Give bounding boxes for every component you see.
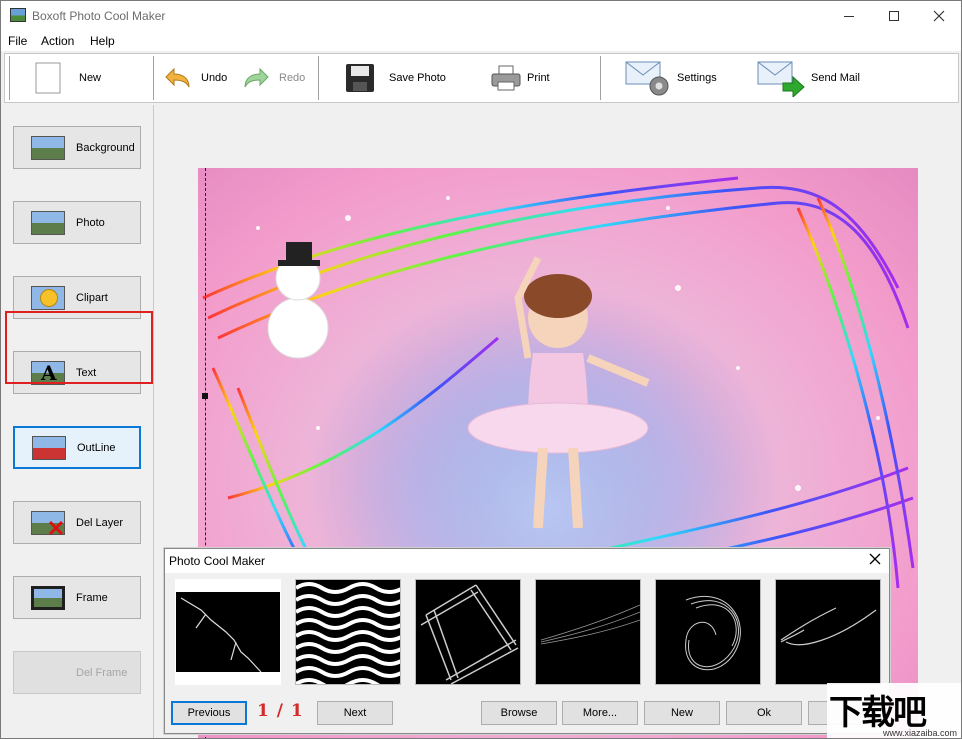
window-title: Boxoft Photo Cool Maker: [32, 9, 166, 23]
dialog-title: Photo Cool Maker: [169, 554, 266, 568]
toolbar-separator: [153, 56, 154, 100]
light-streak-outline-icon: [540, 604, 640, 645]
menu-action[interactable]: Action: [41, 34, 74, 48]
frame-button-label: Frame: [76, 591, 108, 604]
del-frame-button[interactable]: Del Frame: [13, 651, 141, 694]
lightning-outline-icon: [180, 597, 262, 673]
settings-label: Settings: [677, 72, 717, 84]
redo-button[interactable]: Redo: [243, 54, 305, 102]
outline-thumbnail[interactable]: [655, 579, 761, 685]
redo-button-label: Redo: [279, 72, 306, 84]
photo-button[interactable]: Photo: [13, 201, 141, 244]
settings-button[interactable]: Settings: [625, 54, 717, 102]
photo-cool-maker-dialog: Photo Cool Maker Previous 1 / 1 Next Bro…: [164, 548, 890, 734]
browse-button[interactable]: Browse: [481, 701, 557, 725]
watermark-url: www.xiazaiba.com: [883, 728, 958, 738]
maximize-button[interactable]: [871, 1, 917, 31]
outline-thumbnail[interactable]: [535, 579, 641, 685]
menu-bar: File Action Help: [1, 31, 961, 51]
watermark-logo: 下载吧: [829, 693, 927, 733]
title-bar: Boxoft Photo Cool Maker: [1, 1, 961, 31]
close-icon: [869, 553, 881, 565]
send-mail-label: Send Mail: [811, 72, 860, 84]
outline-button-label: OutLine: [77, 441, 116, 454]
background-button[interactable]: Background: [13, 126, 141, 169]
dialog-new-button[interactable]: New: [644, 701, 720, 725]
background-button-label: Background: [76, 141, 135, 154]
outline-thumbnail[interactable]: [775, 579, 881, 685]
frame-button[interactable]: Frame: [13, 576, 141, 619]
background-image-icon: [31, 135, 65, 160]
save-photo-button[interactable]: Save Photo: [345, 54, 446, 102]
redo-icon: [244, 67, 269, 88]
waves-outline-icon: [296, 580, 400, 684]
minimize-icon: [844, 15, 854, 17]
print-button[interactable]: Print: [491, 54, 550, 102]
dialog-close-button[interactable]: [865, 551, 885, 571]
close-icon: [933, 10, 945, 22]
outline-thumbnail[interactable]: [175, 579, 281, 685]
save-disk-icon: [346, 64, 374, 92]
app-window: Boxoft Photo Cool Maker File Action Help…: [0, 0, 962, 739]
ok-button[interactable]: Ok: [726, 701, 802, 725]
toolbar: New Undo Redo Save Photo Print Settings: [4, 53, 959, 103]
curve-outline-icon: [780, 607, 877, 646]
menu-file[interactable]: File: [8, 34, 27, 48]
more-button[interactable]: More...: [562, 701, 638, 725]
outline-button[interactable]: OutLine: [13, 426, 141, 469]
save-photo-label: Save Photo: [389, 72, 446, 84]
print-label: Print: [527, 72, 550, 84]
menu-help[interactable]: Help: [90, 34, 115, 48]
send-mail-icon: [757, 61, 805, 97]
undo-button[interactable]: Undo: [165, 54, 227, 102]
photo-button-label: Photo: [76, 216, 105, 229]
maximize-icon: [889, 11, 899, 21]
app-icon: [10, 8, 26, 22]
undo-button-label: Undo: [201, 72, 228, 84]
clipart-button-label: Clipart: [76, 291, 108, 304]
del-frame-button-label: Del Frame: [76, 666, 128, 679]
outline-thumbnail[interactable]: [415, 579, 521, 685]
toolbar-separator: [600, 56, 601, 100]
delete-layer-icon: [31, 510, 65, 535]
next-button[interactable]: Next: [317, 701, 393, 725]
send-mail-button[interactable]: Send Mail: [757, 54, 860, 102]
clipart-smiley-icon: [31, 285, 65, 310]
outline-thumbnail[interactable]: [295, 579, 401, 685]
outline-highlight-box: [5, 311, 153, 384]
del-layer-button-label: Del Layer: [76, 516, 124, 529]
toolbar-separator: [318, 56, 319, 100]
site-watermark: 下载吧 www.xiazaiba.com: [827, 683, 961, 738]
undo-icon: [165, 67, 190, 88]
tool-panel: Background Photo Clipart A Text OutLine: [1, 105, 154, 738]
page-indicator: 1 / 1: [257, 701, 304, 721]
close-button[interactable]: [916, 1, 961, 31]
outline-icon: [32, 435, 66, 460]
toolbar-separator: [9, 56, 10, 100]
photo-image-icon: [31, 210, 65, 235]
del-layer-button[interactable]: Del Layer: [13, 501, 141, 544]
tangled-frame-outline-icon: [420, 584, 519, 684]
dialog-title-bar: Photo Cool Maker: [165, 549, 889, 573]
settings-mail-gear-icon: [625, 61, 669, 96]
resize-handle[interactable]: [202, 393, 208, 399]
minimize-button[interactable]: [826, 1, 872, 31]
swirl-outline-icon: [685, 595, 741, 671]
printer-icon: [491, 65, 521, 91]
previous-button[interactable]: Previous: [171, 701, 247, 725]
new-button[interactable]: New: [35, 54, 101, 102]
new-button-label: New: [79, 72, 102, 84]
frame-icon: [31, 585, 65, 610]
new-document-icon: [35, 62, 61, 94]
